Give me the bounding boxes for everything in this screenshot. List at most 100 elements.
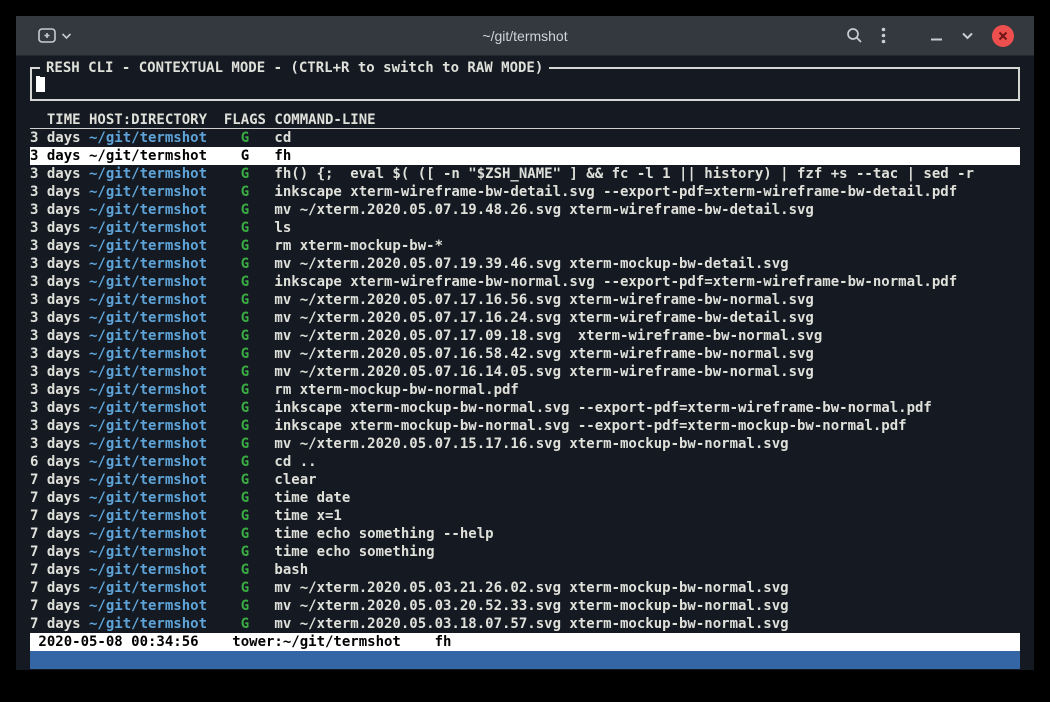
row-time: 3 days [30, 291, 89, 309]
resh-search-box: RESH CLI - CONTEXTUAL MODE - (CTRL+R to … [30, 67, 1020, 101]
search-button[interactable] [846, 27, 863, 44]
history-row[interactable]: 3 days ~/git/termshot G fh [30, 147, 1020, 165]
row-time: 3 days [30, 201, 89, 219]
history-row[interactable]: 3 days ~/git/termshot G mv ~/xterm.2020.… [30, 255, 1020, 273]
history-row[interactable]: 3 days ~/git/termshot G mv ~/xterm.2020.… [30, 435, 1020, 453]
history-row[interactable]: 7 days ~/git/termshot G mv ~/xterm.2020.… [30, 579, 1020, 597]
row-command: rm xterm-mockup-bw-normal.pdf [274, 381, 1020, 399]
row-time: 7 days [30, 525, 89, 543]
row-flags: G [215, 129, 274, 147]
restore-button[interactable] [961, 29, 974, 42]
row-command: mv ~/xterm.2020.05.07.19.48.26.svg xterm… [274, 201, 1020, 219]
search-icon [846, 27, 863, 44]
history-list: 3 days ~/git/termshot G cd 3 days ~/git/… [30, 129, 1020, 633]
row-host-directory: ~/git/termshot [89, 273, 215, 291]
new-tab-icon [38, 28, 56, 43]
row-host-directory: ~/git/termshot [89, 471, 215, 489]
row-flags: G [215, 363, 274, 381]
terminal-content: RESH CLI - CONTEXTUAL MODE - (CTRL+R to … [16, 56, 1034, 670]
minimize-icon [930, 29, 943, 42]
row-host-directory: ~/git/termshot [89, 453, 215, 471]
row-time: 7 days [30, 543, 89, 561]
history-row[interactable]: 3 days ~/git/termshot G mv ~/xterm.2020.… [30, 309, 1020, 327]
menu-button[interactable] [881, 27, 886, 44]
row-flags: G [215, 327, 274, 345]
new-tab-button[interactable] [38, 28, 71, 43]
history-row[interactable]: 3 days ~/git/termshot G inkscape xterm-m… [30, 417, 1020, 435]
history-row[interactable]: 3 days ~/git/termshot G rm xterm-mockup-… [30, 381, 1020, 399]
row-command: mv ~/xterm.2020.05.07.19.39.46.svg xterm… [274, 255, 1020, 273]
history-row[interactable]: 3 days ~/git/termshot G inkscape xterm-m… [30, 399, 1020, 417]
row-time: 3 days [30, 165, 89, 183]
titlebar[interactable]: ~/git/termshot [16, 16, 1034, 56]
history-row[interactable]: 3 days ~/git/termshot G inkscape xterm-w… [30, 273, 1020, 291]
history-row[interactable]: 3 days ~/git/termshot G inkscape xterm-w… [30, 183, 1020, 201]
status-command: fh [435, 633, 452, 651]
row-flags: G [215, 381, 274, 399]
history-row[interactable]: 3 days ~/git/termshot G rm xterm-mockup-… [30, 237, 1020, 255]
row-command: mv ~/xterm.2020.05.07.16.58.42.svg xterm… [274, 345, 1020, 363]
history-row[interactable]: 3 days ~/git/termshot G ls [30, 219, 1020, 237]
close-button[interactable] [992, 25, 1014, 47]
row-host-directory: ~/git/termshot [89, 525, 215, 543]
row-command: fh [274, 147, 1020, 165]
history-row[interactable]: 3 days ~/git/termshot G mv ~/xterm.2020.… [30, 201, 1020, 219]
row-flags: G [215, 309, 274, 327]
row-host-directory: ~/git/termshot [89, 237, 215, 255]
history-row[interactable]: 3 days ~/git/termshot G fh() {; eval $( … [30, 165, 1020, 183]
header-host-directory: HOST:DIRECTORY [89, 111, 215, 128]
row-flags: G [215, 507, 274, 525]
history-row[interactable]: 7 days ~/git/termshot G clear [30, 471, 1020, 489]
row-time: 3 days [30, 327, 89, 345]
row-host-directory: ~/git/termshot [89, 417, 215, 435]
history-row[interactable]: 3 days ~/git/termshot G mv ~/xterm.2020.… [30, 327, 1020, 345]
row-flags: G [215, 165, 274, 183]
history-row[interactable]: 3 days ~/git/termshot G mv ~/xterm.2020.… [30, 345, 1020, 363]
history-row[interactable]: 7 days ~/git/termshot G time date [30, 489, 1020, 507]
row-time: 3 days [30, 309, 89, 327]
row-flags: G [215, 579, 274, 597]
row-command: ls [274, 219, 1020, 237]
header-command-line: COMMAND-LINE [274, 111, 1020, 128]
row-time: 3 days [30, 345, 89, 363]
row-command: mv ~/xterm.2020.05.07.17.16.56.svg xterm… [274, 291, 1020, 309]
kebab-menu-icon [881, 27, 886, 44]
row-command: inkscape xterm-wireframe-bw-detail.svg -… [274, 183, 1020, 201]
history-row[interactable]: 7 days ~/git/termshot G mv ~/xterm.2020.… [30, 615, 1020, 633]
history-row[interactable]: 3 days ~/git/termshot G mv ~/xterm.2020.… [30, 363, 1020, 381]
help-bar: HELP: type to search, UP/DOWN to select,… [30, 651, 1020, 669]
history-row[interactable]: 7 days ~/git/termshot G time x=1 [30, 507, 1020, 525]
row-time: 6 days [30, 453, 89, 471]
row-host-directory: ~/git/termshot [89, 183, 215, 201]
history-row[interactable]: 7 days ~/git/termshot G time echo someth… [30, 525, 1020, 543]
minimize-button[interactable] [930, 29, 943, 42]
row-command: mv ~/xterm.2020.05.03.20.52.33.svg xterm… [274, 597, 1020, 615]
row-host-directory: ~/git/termshot [89, 219, 215, 237]
row-command: cd [274, 129, 1020, 147]
row-command: time date [274, 489, 1020, 507]
history-row[interactable]: 6 days ~/git/termshot G cd .. [30, 453, 1020, 471]
row-time: 7 days [30, 471, 89, 489]
row-host-directory: ~/git/termshot [89, 363, 215, 381]
history-row[interactable]: 7 days ~/git/termshot G bash [30, 561, 1020, 579]
history-row[interactable]: 7 days ~/git/termshot G mv ~/xterm.2020.… [30, 597, 1020, 615]
row-command: inkscape xterm-wireframe-bw-normal.svg -… [274, 273, 1020, 291]
table-header: TIME HOST:DIRECTORY FLAGS COMMAND-LINE [30, 111, 1020, 129]
header-time: TIME [30, 111, 89, 128]
row-flags: G [215, 453, 274, 471]
row-command: mv ~/xterm.2020.05.07.17.09.18.svg xterm… [274, 327, 1020, 345]
row-flags: G [215, 417, 274, 435]
row-time: 7 days [30, 489, 89, 507]
row-flags: G [215, 201, 274, 219]
row-time: 3 days [30, 129, 89, 147]
header-flags: FLAGS [215, 111, 274, 128]
status-bar: 2020-05-08 00:34:56 tower:~/git/termshot… [30, 633, 1020, 651]
history-row[interactable]: 7 days ~/git/termshot G time echo someth… [30, 543, 1020, 561]
row-command: cd .. [274, 453, 1020, 471]
history-row[interactable]: 3 days ~/git/termshot G cd [30, 129, 1020, 147]
row-time: 7 days [30, 597, 89, 615]
row-flags: G [215, 219, 274, 237]
history-row[interactable]: 3 days ~/git/termshot G mv ~/xterm.2020.… [30, 291, 1020, 309]
row-time: 7 days [30, 507, 89, 525]
row-host-directory: ~/git/termshot [89, 399, 215, 417]
